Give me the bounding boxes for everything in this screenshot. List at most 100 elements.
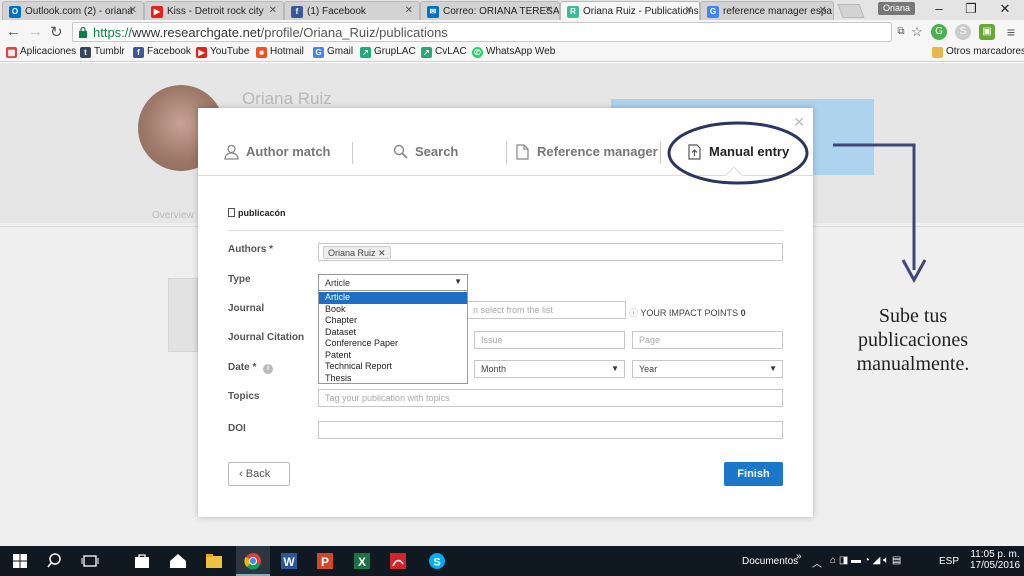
type-option-article[interactable]: Article	[319, 292, 467, 304]
tab-label: (1) Facebook	[307, 6, 366, 17]
issue-input[interactable]: Issue	[474, 331, 625, 349]
tab-facebook[interactable]: f (1) Facebook ✕	[284, 1, 420, 20]
type-option-thesis[interactable]: Thesis	[319, 373, 467, 385]
bookmark-cvlac[interactable]: ↗ CvLAC	[421, 46, 467, 58]
month-select[interactable]: Month ▼	[474, 360, 625, 378]
journal-label: Journal	[228, 303, 265, 314]
bookmark-label: CvLAC	[435, 46, 467, 57]
type-selected[interactable]: Article ▼	[319, 275, 467, 291]
chevron-up-icon[interactable]: ︿	[812, 555, 822, 570]
close-icon[interactable]: ✕	[685, 5, 693, 16]
excel-icon[interactable]: X	[352, 551, 372, 571]
close-icon[interactable]: ✕	[793, 114, 805, 131]
extension-icon[interactable]: ▣	[979, 24, 995, 40]
store-icon[interactable]	[132, 551, 152, 571]
tab-label: Reference manager	[537, 144, 658, 159]
close-icon[interactable]: ✕	[129, 5, 137, 16]
back-arrow-icon[interactable]: ←	[6, 23, 21, 40]
year-select[interactable]: Year ▼	[632, 360, 783, 378]
tray-icons[interactable]: ⌂ ◨ ▬ ◔ ◢ 🔈︎ ▤	[830, 555, 901, 566]
tab-overview[interactable]: Overview	[152, 210, 194, 221]
back-button[interactable]: ‹ Back	[228, 462, 290, 486]
type-option-technical-report[interactable]: Technical Report	[319, 361, 467, 373]
search-icon[interactable]	[46, 551, 66, 571]
bookmark-gmail[interactable]: G Gmail	[313, 46, 353, 58]
tab-researchgate[interactable]: R Oriana Ruiz - Publications ✕	[560, 1, 700, 20]
finish-button[interactable]: Finish	[724, 462, 783, 486]
annotation-note: Sube tus publicaciones manualmente.	[856, 305, 970, 375]
researchgate-icon: R	[567, 6, 579, 18]
tab-search[interactable]: Search	[393, 144, 458, 159]
forward-arrow-icon[interactable]: →	[28, 23, 43, 40]
type-option-conference-paper[interactable]: Conference Paper	[319, 338, 467, 350]
authors-input[interactable]: Oriana Ruiz ✕	[318, 243, 783, 261]
document-icon	[516, 144, 529, 160]
type-select[interactable]: Article ▼ Article Book Chapter Dataset Co…	[318, 274, 468, 384]
type-option-dataset[interactable]: Dataset	[319, 327, 467, 339]
bookmark-tumblr[interactable]: t Tumblr	[80, 46, 125, 58]
acrobat-icon[interactable]	[388, 551, 408, 571]
topics-input[interactable]: Tag your publication with topics	[318, 389, 783, 407]
restore-icon[interactable]: ❐	[956, 0, 986, 20]
facebook-icon: f	[133, 47, 144, 58]
tab-author-match[interactable]: Author match	[224, 144, 331, 160]
task-view-icon[interactable]	[80, 551, 100, 571]
language-indicator[interactable]: ESP	[939, 556, 959, 567]
doi-input[interactable]	[318, 421, 783, 439]
close-icon[interactable]: ✕	[819, 5, 827, 16]
file-explorer-icon[interactable]	[204, 551, 224, 571]
close-icon[interactable]: ✕	[545, 5, 553, 16]
extension-icon[interactable]: G	[931, 24, 947, 40]
info-icon[interactable]: i	[263, 364, 274, 374]
window-close-icon[interactable]: ✕	[990, 0, 1020, 20]
powerpoint-icon[interactable]: P	[315, 551, 335, 571]
tab-google[interactable]: G reference manager espa ✕	[700, 1, 834, 20]
tab-manual-entry[interactable]: Manual entry	[687, 144, 789, 160]
search-icon	[393, 144, 408, 159]
tab-youtube[interactable]: ▶ Kiss - Detroit rock city ✕	[144, 1, 284, 20]
address-bar[interactable]: https://www.researchgate.net/profile/Ori…	[72, 22, 892, 42]
new-tab-button[interactable]	[837, 4, 865, 18]
page-placeholder: Page	[639, 335, 661, 345]
bookmark-youtube[interactable]: ▶ YouTube	[196, 46, 249, 58]
profile-name: Oriana Ruiz	[242, 89, 332, 108]
home-icon[interactable]	[168, 551, 188, 571]
close-icon[interactable]: ✕	[405, 5, 413, 16]
reload-icon[interactable]: ↻	[50, 23, 63, 41]
user-badge[interactable]: Oriana	[878, 2, 916, 15]
bookmark-gruplac[interactable]: ↗ GrupLAC	[360, 46, 416, 58]
skype-icon[interactable]: S	[427, 551, 447, 571]
skype-extension-icon[interactable]: S	[955, 24, 971, 40]
svg-text:S: S	[433, 557, 440, 569]
translate-icon[interactable]: ⧉	[893, 24, 909, 40]
minimize-icon[interactable]: –	[924, 0, 954, 20]
windows-start-icon[interactable]	[10, 551, 30, 571]
youtube-icon: ▶	[196, 47, 207, 58]
tab-correo[interactable]: ✉ Correo: ORIANA TERESA ✕	[420, 1, 560, 20]
page-input[interactable]: Page	[632, 331, 783, 349]
doi-label: DOI	[228, 423, 246, 434]
remove-icon[interactable]: ✕	[378, 248, 386, 258]
section-title-text: publicacón	[238, 208, 286, 218]
star-icon[interactable]: ☆	[909, 24, 925, 40]
double-chevron-icon[interactable]: »	[796, 551, 802, 562]
documents-toolbar[interactable]: Documentos	[742, 556, 798, 567]
bookmark-other[interactable]: Otros marcadores	[932, 46, 1024, 58]
type-option-chapter[interactable]: Chapter	[319, 315, 467, 327]
word-icon[interactable]: W	[279, 551, 299, 571]
menu-icon[interactable]: ≡	[1003, 24, 1019, 40]
tab-outlook[interactable]: O Outlook.com (2) - oriana ✕	[2, 1, 144, 20]
bookmark-whatsapp[interactable]: ✆ WhatsApp Web	[472, 46, 555, 58]
bookmark-label: Hotmail	[270, 46, 304, 57]
bookmark-apps[interactable]: ▦ Aplicaciones	[6, 46, 76, 58]
author-chip: Oriana Ruiz ✕	[323, 246, 391, 259]
clock[interactable]: 11:05 p. m. 17/05/2016	[970, 549, 1020, 571]
close-icon[interactable]: ✕	[269, 5, 277, 16]
type-option-patent[interactable]: Patent	[319, 350, 467, 362]
type-option-book[interactable]: Book	[319, 304, 467, 316]
tab-reference-manager[interactable]: Reference manager	[515, 144, 658, 160]
bookmark-hotmail[interactable]: ■ Hotmail	[256, 46, 304, 58]
bookmark-facebook[interactable]: f Facebook	[133, 46, 191, 58]
journal-input[interactable]: n select from the list	[466, 301, 626, 319]
chrome-icon[interactable]	[243, 551, 263, 571]
